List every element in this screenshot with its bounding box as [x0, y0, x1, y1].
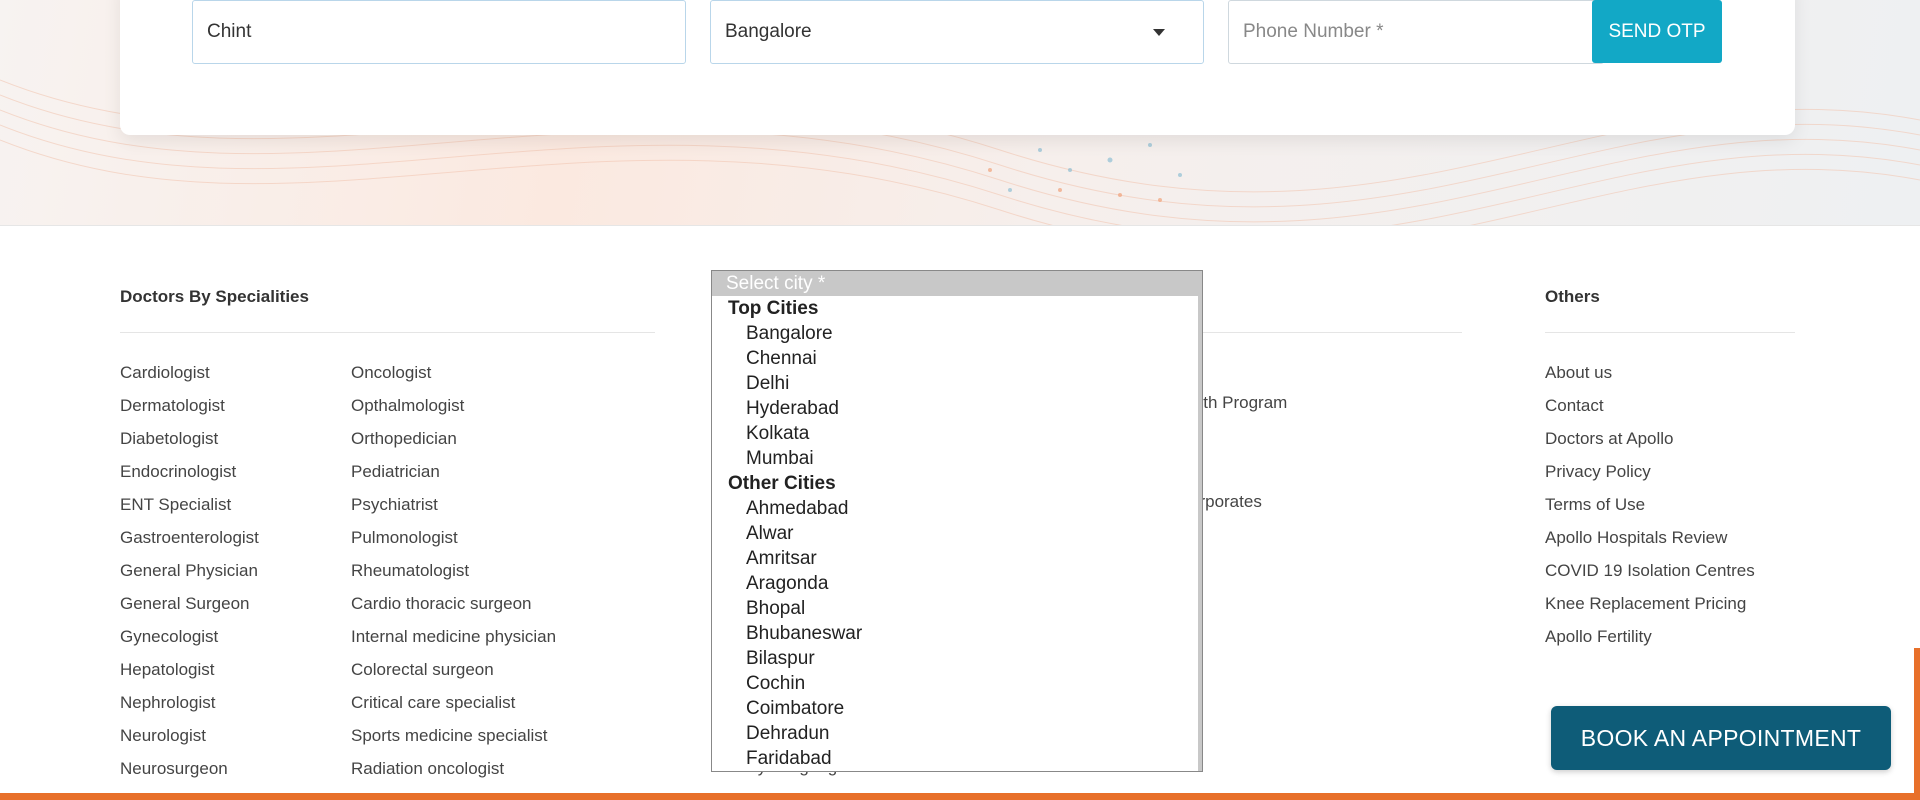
speciality-link[interactable]: Critical care specialist: [351, 690, 556, 723]
speciality-link[interactable]: Cardiologist: [120, 360, 259, 393]
phone-field[interactable]: Phone Number *: [1228, 0, 1604, 64]
booking-form-card: Chint Bangalore Phone Number * SEND OTP: [120, 0, 1795, 135]
specialities-list-2: Oncologist Opthalmologist Orthopedician Ped…: [351, 360, 556, 789]
speciality-link[interactable]: General Physician: [120, 558, 259, 591]
speciality-link[interactable]: Gastroenterologist: [120, 525, 259, 558]
speciality-link[interactable]: Orthopedician: [351, 426, 556, 459]
others-title: Others: [1545, 287, 1600, 306]
dropdown-option[interactable]: Alwar: [712, 521, 1202, 546]
dropdown-option[interactable]: Bilaspur: [712, 646, 1202, 671]
divider: [1200, 332, 1462, 333]
accent-edge: [1914, 648, 1920, 800]
dropdown-option[interactable]: Cochin: [712, 671, 1202, 696]
others-link[interactable]: Apollo Hospitals Review: [1545, 525, 1755, 558]
dropdown-scrollbar[interactable]: [1198, 271, 1202, 771]
speciality-link[interactable]: Diabetologist: [120, 426, 259, 459]
dropdown-option[interactable]: Delhi: [712, 371, 1202, 396]
book-appointment-button[interactable]: BOOK AN APPOINTMENT: [1551, 706, 1891, 770]
speciality-link[interactable]: Gynecologist: [120, 624, 259, 657]
speciality-link[interactable]: Oncologist: [351, 360, 556, 393]
phone-placeholder: Phone Number *: [1243, 21, 1384, 42]
specialities-list-1: Cardiologist Dermatologist Diabetologist En…: [120, 360, 259, 789]
others-link[interactable]: Privacy Policy: [1545, 459, 1755, 492]
dropdown-option[interactable]: Hyderabad: [712, 396, 1202, 421]
chevron-down-icon: [1153, 29, 1165, 36]
others-link[interactable]: Terms of Use: [1545, 492, 1755, 525]
others-link[interactable]: Contact: [1545, 393, 1755, 426]
speciality-link[interactable]: Neurosurgeon: [120, 756, 259, 789]
dropdown-option[interactable]: Amritsar: [712, 546, 1202, 571]
dropdown-option[interactable]: Mumbai: [712, 446, 1202, 471]
bottom-accent-bar: [0, 793, 1920, 800]
city-select[interactable]: Bangalore: [710, 0, 1204, 64]
speciality-link[interactable]: Rheumatologist: [351, 558, 556, 591]
send-otp-button[interactable]: SEND OTP: [1592, 0, 1722, 63]
dropdown-option[interactable]: Dehradun: [712, 721, 1202, 746]
others-link[interactable]: Doctors at Apollo: [1545, 426, 1755, 459]
speciality-link[interactable]: Radiation oncologist: [351, 756, 556, 789]
divider: [120, 332, 655, 333]
others-link[interactable]: About us: [1545, 360, 1755, 393]
name-value: Chint: [207, 21, 252, 42]
footer-link-partial[interactable]: alth Program: [1190, 393, 1287, 413]
city-value: Bangalore: [725, 21, 812, 42]
divider: [1545, 332, 1795, 333]
speciality-link[interactable]: Sports medicine specialist: [351, 723, 556, 756]
speciality-link[interactable]: Internal medicine physician: [351, 624, 556, 657]
others-link[interactable]: Apollo Fertility: [1545, 624, 1755, 657]
dropdown-option[interactable]: Ahmedabad: [712, 496, 1202, 521]
speciality-link[interactable]: Nephrologist: [120, 690, 259, 723]
speciality-link[interactable]: Cardio thoracic surgeon: [351, 591, 556, 624]
speciality-link[interactable]: ENT Specialist: [120, 492, 259, 525]
dropdown-option[interactable]: Kolkata: [712, 421, 1202, 446]
specialities-title: Doctors By Specialities: [120, 287, 309, 306]
dropdown-option[interactable]: Bhopal: [712, 596, 1202, 621]
dropdown-option[interactable]: Aragonda: [712, 571, 1202, 596]
speciality-link[interactable]: General Surgeon: [120, 591, 259, 624]
speciality-link[interactable]: Opthalmologist: [351, 393, 556, 426]
name-field[interactable]: Chint: [192, 0, 686, 64]
dropdown-placeholder[interactable]: Select city *: [712, 271, 1202, 296]
dropdown-group-top: Top Cities: [728, 298, 819, 319]
speciality-link[interactable]: Dermatologist: [120, 393, 259, 426]
speciality-link[interactable]: Colorectal surgeon: [351, 657, 556, 690]
speciality-link[interactable]: Neurologist: [120, 723, 259, 756]
city-dropdown-list[interactable]: Select city * Top Cities Bangalore Chenna…: [711, 270, 1203, 772]
dropdown-option[interactable]: Chennai: [712, 346, 1202, 371]
speciality-link[interactable]: Psychiatrist: [351, 492, 556, 525]
dropdown-group-other: Other Cities: [728, 473, 836, 494]
speciality-link[interactable]: Pulmonologist: [351, 525, 556, 558]
speciality-link[interactable]: Endocrinologist: [120, 459, 259, 492]
speciality-link[interactable]: Pediatrician: [351, 459, 556, 492]
hero-background: Chint Bangalore Phone Number * SEND OTP: [0, 0, 1920, 226]
dropdown-option[interactable]: Bangalore: [712, 321, 1202, 346]
dropdown-option[interactable]: Coimbatore: [712, 696, 1202, 721]
others-list: About us Contact Doctors at Apollo Privacy …: [1545, 360, 1755, 657]
speciality-link[interactable]: Hepatologist: [120, 657, 259, 690]
others-link[interactable]: COVID 19 Isolation Centres: [1545, 558, 1755, 591]
others-link[interactable]: Knee Replacement Pricing: [1545, 591, 1755, 624]
dropdown-option[interactable]: Faridabad: [712, 746, 1202, 771]
dropdown-option[interactable]: Bhubaneswar: [712, 621, 1202, 646]
